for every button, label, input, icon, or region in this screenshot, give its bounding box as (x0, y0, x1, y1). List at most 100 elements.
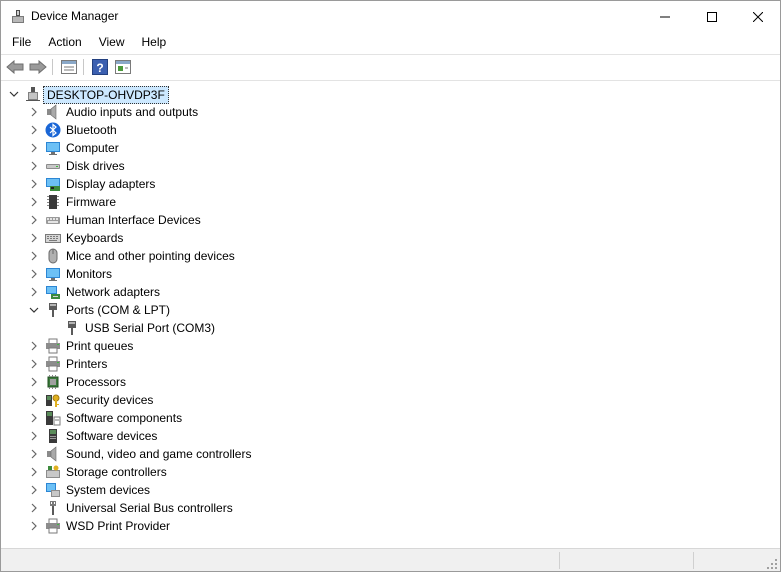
tree-item-label[interactable]: Printers (66, 356, 107, 372)
tree-item-label[interactable]: Universal Serial Bus controllers (66, 500, 233, 516)
tree-item-label[interactable]: Keyboards (66, 230, 123, 246)
tree-category-disk-drives[interactable]: Disk drives (2, 157, 602, 175)
tree-item-label[interactable]: WSD Print Provider (66, 518, 170, 534)
chevron-right-icon[interactable] (28, 196, 40, 208)
close-button[interactable] (735, 1, 780, 32)
chevron-right-icon[interactable] (28, 394, 40, 406)
tree-category-sound-video-and-game-controllers[interactable]: Sound, video and game controllers (2, 445, 602, 463)
menu-view[interactable]: View (89, 32, 132, 52)
toolbar-separator (1, 80, 780, 81)
toolbar-divider (52, 59, 53, 75)
chevron-right-icon[interactable] (28, 502, 40, 514)
tree-category-keyboards[interactable]: Keyboards (2, 229, 602, 247)
tree-category-bluetooth[interactable]: Bluetooth (2, 121, 602, 139)
device-item-usb-serial-port-com3[interactable]: USB Serial Port (COM3) (2, 319, 602, 337)
tree-item-label[interactable]: Processors (66, 374, 126, 390)
tree-root[interactable]: DESKTOP-OHVDP3F (2, 85, 402, 104)
tree-item-label[interactable]: Network adapters (66, 284, 160, 300)
tree-category-computer[interactable]: Computer (2, 139, 602, 157)
chevron-right-icon[interactable] (28, 430, 40, 442)
chevron-right-icon[interactable] (28, 232, 40, 244)
tree-item-label[interactable]: Ports (COM & LPT) (66, 302, 170, 318)
update-driver-button[interactable] (113, 58, 133, 76)
chevron-right-icon[interactable] (28, 448, 40, 460)
tree-category-wsd-print-provider[interactable]: WSD Print Provider (2, 517, 602, 535)
minimize-button[interactable] (642, 1, 688, 32)
chevron-right-icon[interactable] (28, 250, 40, 262)
chevron-right-icon[interactable] (28, 412, 40, 424)
device-category-list: Audio inputs and outputs Bluetooth Compute… (2, 103, 602, 535)
tree-category-network-adapters[interactable]: Network adapters (2, 283, 602, 301)
tree-item-label[interactable]: Firmware (66, 194, 116, 210)
tree-item-label[interactable]: Monitors (66, 266, 112, 282)
forward-button[interactable] (28, 58, 48, 76)
chevron-down-icon[interactable] (8, 88, 20, 100)
tree-category-software-components[interactable]: Software components (2, 409, 602, 427)
chevron-right-icon[interactable] (28, 106, 40, 118)
tree-item-label[interactable]: Disk drives (66, 158, 125, 174)
tree-item-label[interactable]: Human Interface Devices (66, 212, 201, 228)
maximize-button[interactable] (689, 1, 735, 32)
chevron-right-icon[interactable] (28, 214, 40, 226)
tree-category-universal-serial-bus-controllers[interactable]: Universal Serial Bus controllers (2, 499, 602, 517)
chevron-right-icon[interactable] (28, 178, 40, 190)
chevron-right-icon[interactable] (28, 160, 40, 172)
help-button[interactable]: ? (90, 58, 110, 76)
tree-category-monitors[interactable]: Monitors (2, 265, 602, 283)
tree-item-label[interactable]: Bluetooth (66, 122, 117, 138)
tree-item-label[interactable]: Security devices (66, 392, 153, 408)
tree-item-label[interactable]: USB Serial Port (COM3) (85, 320, 215, 336)
help-icon: ? (92, 59, 108, 75)
menu-help[interactable]: Help (132, 32, 174, 52)
computer-name[interactable]: DESKTOP-OHVDP3F (43, 86, 169, 104)
title-bar[interactable]: Device Manager (1, 1, 780, 32)
tree-category-printers[interactable]: Printers (2, 355, 602, 373)
storage-controller-icon (45, 464, 61, 480)
system-devices-icon (45, 482, 61, 498)
chevron-right-icon[interactable] (28, 358, 40, 370)
tree-item-label[interactable]: Software devices (66, 428, 157, 444)
chevron-right-icon[interactable] (28, 142, 40, 154)
tree-category-mice-and-other-pointing-devices[interactable]: Mice and other pointing devices (2, 247, 602, 265)
tree-category-display-adapters[interactable]: Display adapters (2, 175, 602, 193)
chevron-right-icon[interactable] (28, 268, 40, 280)
tree-item-label[interactable]: Mice and other pointing devices (66, 248, 235, 264)
disk-drive-icon (45, 158, 61, 174)
tree-item-label[interactable]: Display adapters (66, 176, 155, 192)
tree-category-audio-inputs-and-outputs[interactable]: Audio inputs and outputs (2, 103, 602, 121)
tree-category-security-devices[interactable]: Security devices (2, 391, 602, 409)
tree-item-label[interactable]: Software components (66, 410, 182, 426)
tree-item-label[interactable]: Sound, video and game controllers (66, 446, 251, 462)
resize-grip-icon[interactable] (766, 558, 778, 570)
tree-category-software-devices[interactable]: Software devices (2, 427, 602, 445)
chevron-right-icon[interactable] (28, 124, 40, 136)
chevron-right-icon[interactable] (28, 484, 40, 496)
menu-file[interactable]: File (1, 32, 38, 52)
tree-category-human-interface-devices[interactable]: Human Interface Devices (2, 211, 602, 229)
chevron-right-icon[interactable] (28, 376, 40, 388)
tree-category-print-queues[interactable]: Print queues (2, 337, 602, 355)
device-manager-window: Device Manager File Action View Help ? D… (0, 0, 781, 572)
tree-category-system-devices[interactable]: System devices (2, 481, 602, 499)
tree-category-processors[interactable]: Processors (2, 373, 602, 391)
chevron-right-icon[interactable] (28, 286, 40, 298)
back-button[interactable] (5, 58, 25, 76)
tree-item-label[interactable]: Audio inputs and outputs (66, 104, 198, 120)
toolbar: ? (1, 55, 780, 80)
toolbar-divider (83, 59, 84, 75)
properties-button[interactable] (59, 58, 79, 76)
tree-item-label[interactable]: Computer (66, 140, 119, 156)
printer-icon (45, 356, 61, 372)
chevron-down-icon[interactable] (28, 304, 40, 316)
tree-category-ports-com-lpt[interactable]: Ports (COM & LPT) (2, 301, 602, 319)
tree-item-label[interactable]: System devices (66, 482, 150, 498)
chevron-right-icon[interactable] (28, 466, 40, 478)
chevron-right-icon[interactable] (28, 520, 40, 532)
menu-action[interactable]: Action (38, 32, 88, 52)
svg-text:?: ? (96, 61, 103, 75)
tree-item-label[interactable]: Print queues (66, 338, 133, 354)
tree-category-storage-controllers[interactable]: Storage controllers (2, 463, 602, 481)
tree-item-label[interactable]: Storage controllers (66, 464, 167, 480)
tree-category-firmware[interactable]: Firmware (2, 193, 602, 211)
chevron-right-icon[interactable] (28, 340, 40, 352)
